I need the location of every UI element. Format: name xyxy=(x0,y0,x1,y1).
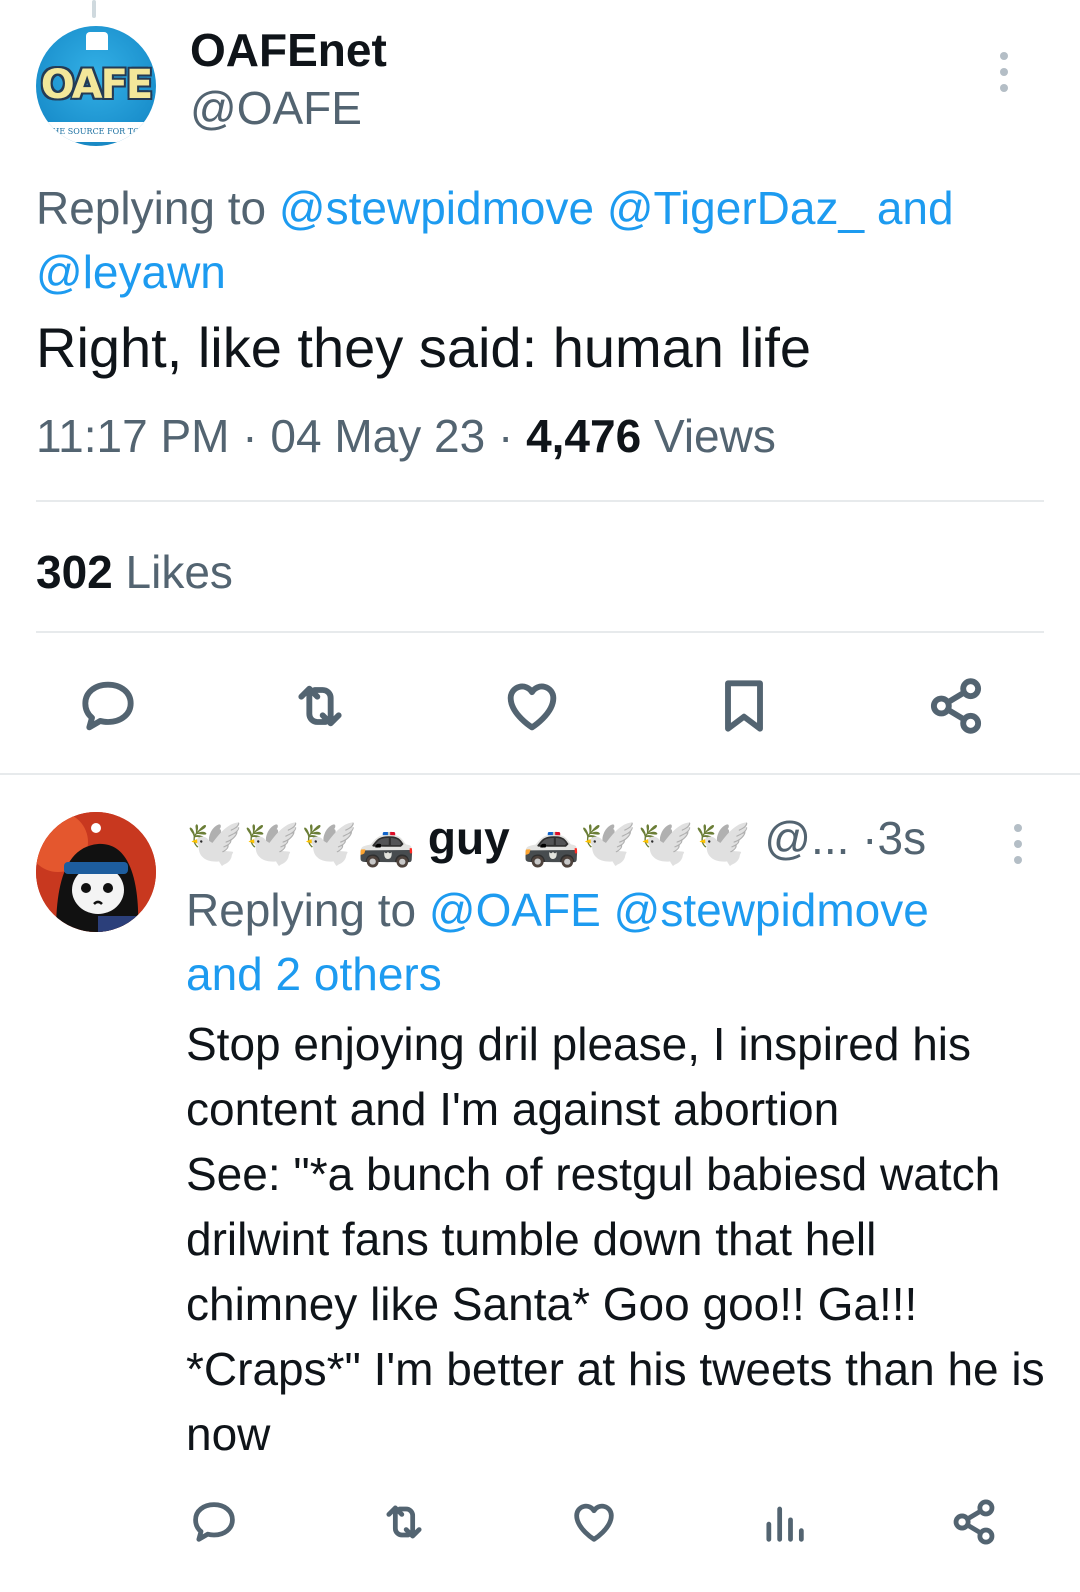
meta-separator: · xyxy=(485,410,527,462)
likes-label: Likes xyxy=(125,546,233,598)
oafe-avatar[interactable]: OAFE THE SOURCE FOR TOY REVIEWS xyxy=(36,26,156,146)
replying-to-line: Replying to @OAFE @stewpidmove and 2 othe… xyxy=(186,878,1046,1006)
reply-icon[interactable] xyxy=(76,674,140,738)
likes-count: 302 xyxy=(36,546,113,598)
tweet-text: Right, like they said: human life xyxy=(36,316,812,379)
analytics-icon[interactable] xyxy=(758,1496,810,1548)
name-prefix-emoji: 🕊️🕊️🕊️🚓 xyxy=(186,815,416,868)
avatar-logo-text: OAFE xyxy=(40,62,154,108)
divider xyxy=(36,500,1044,502)
more-options-icon[interactable] xyxy=(1010,824,1026,864)
more-options-icon[interactable] xyxy=(996,52,1012,92)
avatar-tagline: THE SOURCE FOR TOY REVIEWS xyxy=(46,122,146,142)
like-icon[interactable] xyxy=(568,1496,620,1548)
others-link[interactable]: and 2 others xyxy=(186,948,442,1000)
time-separator: · xyxy=(862,812,878,864)
replying-and[interactable]: and xyxy=(877,182,954,234)
retweet-icon[interactable] xyxy=(288,674,352,738)
mention-link[interactable]: @OAFE xyxy=(429,884,601,936)
views-count: 4,476 xyxy=(526,410,642,462)
mention-link[interactable]: @stewpidmove xyxy=(279,182,594,234)
reply-icon[interactable] xyxy=(188,1496,240,1548)
tweet-time[interactable]: 11:17 PM xyxy=(36,410,229,462)
reply-text: Stop enjoying dril please, I inspired hi… xyxy=(186,1018,1045,1460)
avatar-tab-shape xyxy=(86,32,108,50)
author-display-name[interactable]: OAFEnet xyxy=(190,24,387,76)
reply-time[interactable]: 3s xyxy=(878,812,927,864)
meta-separator: · xyxy=(229,410,271,462)
cartoon-avatar-icon xyxy=(36,812,156,932)
thread-line xyxy=(92,0,96,18)
replying-prefix: Replying to xyxy=(186,884,429,936)
tweet-date[interactable]: 04 May 23 xyxy=(270,410,485,462)
tweet-separator xyxy=(0,773,1080,775)
reply-display-name[interactable]: guy xyxy=(428,812,510,864)
mention-link[interactable]: @TigerDaz_ xyxy=(607,182,864,234)
share-icon[interactable] xyxy=(924,674,988,738)
replying-prefix: Replying to xyxy=(36,182,279,234)
replying-to-line: Replying to @stewpidmove @TigerDaz_ and @… xyxy=(36,176,1036,304)
name-suffix-emoji: 🚓🕊️🕊️🕊️ xyxy=(522,815,752,868)
likes-stat[interactable]: 302 Likes xyxy=(36,540,233,604)
reply-avatar[interactable] xyxy=(36,812,156,932)
share-icon[interactable] xyxy=(948,1496,1000,1548)
like-icon[interactable] xyxy=(500,674,564,738)
mention-link[interactable]: @stewpidmove xyxy=(614,884,929,936)
views-label: Views xyxy=(653,410,776,462)
reply-handle[interactable]: @... xyxy=(764,812,849,864)
tweet-meta: 11:17 PM · 04 May 23 · 4,476 Views xyxy=(36,404,776,468)
mention-link[interactable]: @leyawn xyxy=(36,246,226,298)
retweet-icon[interactable] xyxy=(378,1496,430,1548)
bookmark-icon[interactable] xyxy=(712,674,776,738)
reply-author-row[interactable]: 🕊️🕊️🕊️🚓 guy 🚓🕊️🕊️🕊️ @... ·3s xyxy=(186,806,926,870)
divider xyxy=(36,631,1044,633)
author-handle[interactable]: @OAFE xyxy=(190,82,362,134)
